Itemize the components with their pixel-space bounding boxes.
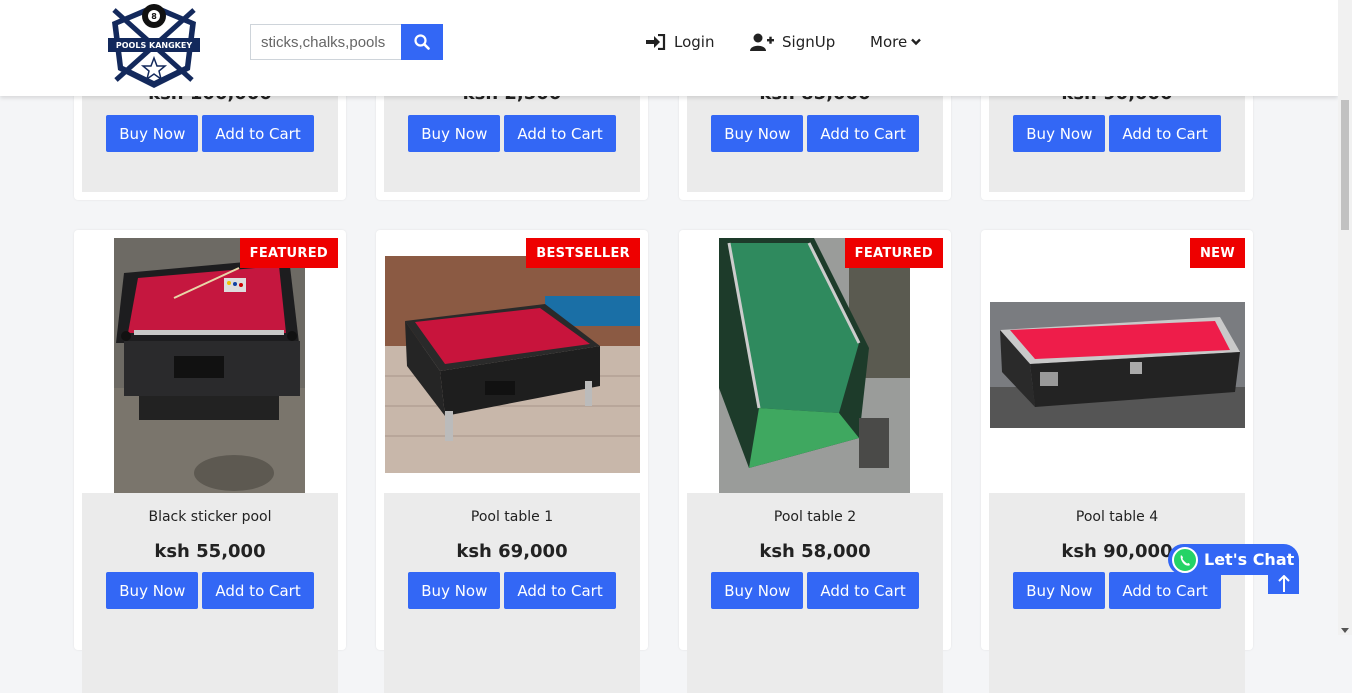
new-badge: NEW — [1190, 238, 1245, 268]
search-input[interactable] — [250, 24, 401, 60]
add-to-cart-button[interactable]: Add to Cart — [807, 572, 919, 609]
product-name[interactable]: Pool table 2 — [687, 509, 943, 525]
bestseller-badge: BESTSELLER — [526, 238, 640, 268]
add-to-cart-button[interactable]: Add to Cart — [202, 115, 314, 152]
signup-link[interactable]: SignUp — [750, 29, 835, 55]
product-card[interactable]: FEATURED Pool table 2 ksh 58,000 Buy Now… — [679, 230, 951, 693]
svg-text:8: 8 — [151, 12, 157, 21]
login-link[interactable]: Login — [646, 29, 714, 55]
product-card[interactable]: BESTSELLER Pool table 1 ksh 69,000 Buy N… — [376, 230, 648, 693]
search-button[interactable] — [401, 24, 443, 60]
product-image[interactable] — [990, 302, 1245, 428]
buy-now-button[interactable]: Buy Now — [408, 115, 501, 152]
product-info: Pool table 4 ksh 90,000 Buy Now Add to C… — [989, 493, 1245, 693]
buy-now-button[interactable]: Buy Now — [711, 115, 804, 152]
buy-now-button[interactable]: Buy Now — [1013, 572, 1106, 609]
product-image[interactable] — [114, 238, 305, 493]
add-to-cart-button[interactable]: Add to Cart — [1109, 572, 1221, 609]
login-label: Login — [674, 33, 715, 51]
add-to-cart-button[interactable]: Add to Cart — [202, 572, 314, 609]
chevron-down-icon — [911, 38, 922, 46]
product-name[interactable]: Pool table 1 — [384, 509, 640, 525]
add-to-cart-button[interactable]: Add to Cart — [504, 115, 616, 152]
page-scrollbar[interactable] — [1338, 0, 1352, 635]
scroll-down-arrow-icon[interactable] — [1341, 628, 1349, 633]
buy-now-button[interactable]: Buy Now — [106, 115, 199, 152]
product-image[interactable] — [385, 256, 640, 473]
search-bar — [250, 24, 443, 60]
search-icon — [414, 34, 430, 50]
site-logo[interactable]: 8 POOLS KANGKEY — [104, 0, 204, 90]
signup-label: SignUp — [782, 33, 836, 51]
add-to-cart-button[interactable]: Add to Cart — [1109, 115, 1221, 152]
add-to-cart-button[interactable]: Add to Cart — [807, 115, 919, 152]
buy-now-button[interactable]: Buy Now — [711, 572, 804, 609]
product-name[interactable]: Pool table 4 — [989, 509, 1245, 525]
product-name[interactable]: Black sticker pool — [82, 509, 338, 525]
product-price: ksh 58,000 — [759, 541, 871, 562]
more-menu[interactable]: More — [870, 29, 929, 55]
logo-text: POOLS KANGKEY — [116, 41, 192, 50]
product-image[interactable] — [719, 238, 910, 493]
scrollbar-thumb[interactable] — [1341, 100, 1349, 230]
product-price: ksh 69,000 — [456, 541, 568, 562]
add-to-cart-button[interactable]: Add to Cart — [504, 572, 616, 609]
buy-now-button[interactable]: Buy Now — [408, 572, 501, 609]
buy-now-button[interactable]: Buy Now — [106, 572, 199, 609]
more-label: More — [870, 33, 908, 51]
product-info: Pool table 2 ksh 58,000 Buy Now Add to C… — [687, 493, 943, 693]
featured-badge: FEATURED — [844, 238, 943, 268]
product-price: ksh 55,000 — [154, 541, 266, 562]
product-card[interactable]: NEW Pool table 4 ksh 90,000 Buy Now Add … — [981, 230, 1253, 693]
buy-now-button[interactable]: Buy Now — [1013, 115, 1106, 152]
chat-label: Let's Chat — [1204, 550, 1295, 569]
user-plus-icon — [750, 33, 774, 51]
site-header: 8 POOLS KANGKEY Login SignUp — [0, 0, 1338, 96]
whatsapp-chat-button[interactable]: Let's Chat — [1168, 544, 1299, 575]
whatsapp-icon — [1172, 546, 1198, 573]
product-info: Black sticker pool ksh 55,000 Buy Now Ad… — [82, 493, 338, 693]
arrow-up-icon — [1277, 574, 1290, 592]
sign-in-icon — [646, 34, 666, 50]
featured-badge: FEATURED — [239, 238, 338, 268]
product-info: Pool table 1 ksh 69,000 Buy Now Add to C… — [384, 493, 640, 693]
product-card[interactable]: FEATURED Black sticker pool ksh 55,000 B… — [74, 230, 346, 693]
